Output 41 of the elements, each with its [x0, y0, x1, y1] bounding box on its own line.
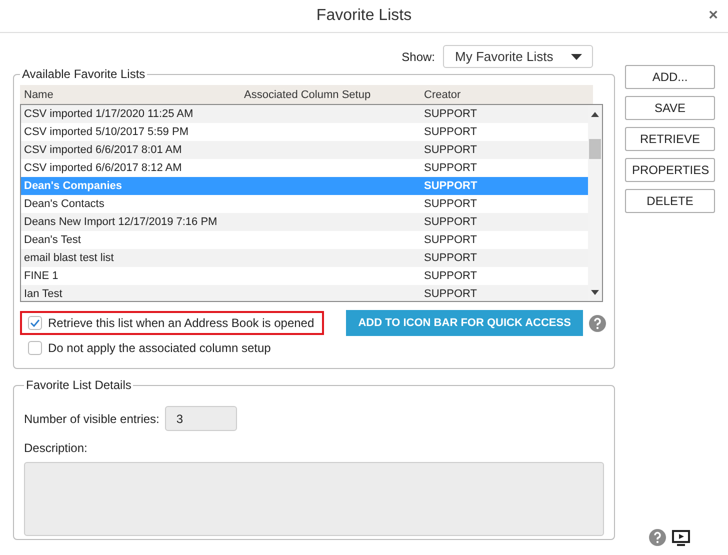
list-row[interactable]: CSV imported 1/17/2020 11:25 AM SUPPORT	[21, 105, 588, 123]
action-button[interactable]: ADD...	[625, 65, 715, 89]
show-dropdown[interactable]: My Favorite Lists	[443, 45, 593, 68]
check-icon	[30, 319, 40, 327]
group-legend: Available Favorite Lists	[20, 67, 148, 81]
list-row[interactable]: Ian Test SUPPORT	[21, 285, 588, 301]
description-label: Description:	[24, 441, 88, 455]
entries-field[interactable]: 3	[165, 406, 238, 431]
dialog-title: Favorite Lists	[316, 7, 412, 25]
action-button[interactable]: PROPERTIES	[625, 158, 715, 182]
list-row[interactable]: email blast test list SUPPORT	[21, 249, 588, 267]
action-button[interactable]: SAVE	[625, 96, 715, 120]
list-row[interactable]: CSV imported 6/6/2017 8:01 AM SUPPORT	[21, 141, 588, 159]
show-label: Show:	[402, 50, 435, 64]
close-button[interactable]: ×	[708, 7, 718, 25]
down-arrow-icon[interactable]	[591, 290, 599, 295]
caret-icon	[571, 54, 582, 60]
help-icon[interactable]	[588, 314, 606, 332]
list-row[interactable]: CSV imported 5/10/2017 5:59 PM SUPPORT	[21, 123, 588, 141]
scrollbar-thumb[interactable]	[589, 139, 601, 159]
column-header[interactable]: Associated Column Setup	[244, 88, 424, 100]
column-header[interactable]: Name	[24, 88, 244, 100]
list-row[interactable]: Deans New Import 12/17/2019 7:16 PM SUPPORT	[21, 213, 588, 231]
description-field[interactable]	[24, 462, 604, 536]
up-arrow-icon[interactable]	[591, 112, 599, 117]
action-button[interactable]: DELETE	[625, 189, 715, 213]
group-legend: Favorite List Details	[24, 378, 134, 392]
video-icon[interactable]	[672, 530, 690, 546]
scrollbar[interactable]	[588, 105, 602, 301]
checkbox[interactable]	[28, 316, 42, 330]
list-row[interactable]: CSV imported 6/6/2017 8:12 AM SUPPORT	[21, 159, 588, 177]
action-button[interactable]: RETRIEVE	[625, 127, 715, 151]
list-row[interactable]: FINE 1 SUPPORT	[21, 267, 588, 285]
list-row[interactable]: Dean's Test SUPPORT	[21, 231, 588, 249]
checkbox-label: Do not apply the associated column setup	[48, 341, 271, 355]
column-header[interactable]: Creator	[424, 88, 593, 100]
list-row[interactable]: Dean's Contacts SUPPORT	[21, 195, 588, 213]
entries-label: Number of visible entries:	[24, 412, 160, 426]
help-icon[interactable]	[649, 529, 666, 546]
checkbox[interactable]	[28, 341, 42, 355]
checkbox-label: Retrieve this list when an Address Book is opened	[48, 316, 314, 330]
